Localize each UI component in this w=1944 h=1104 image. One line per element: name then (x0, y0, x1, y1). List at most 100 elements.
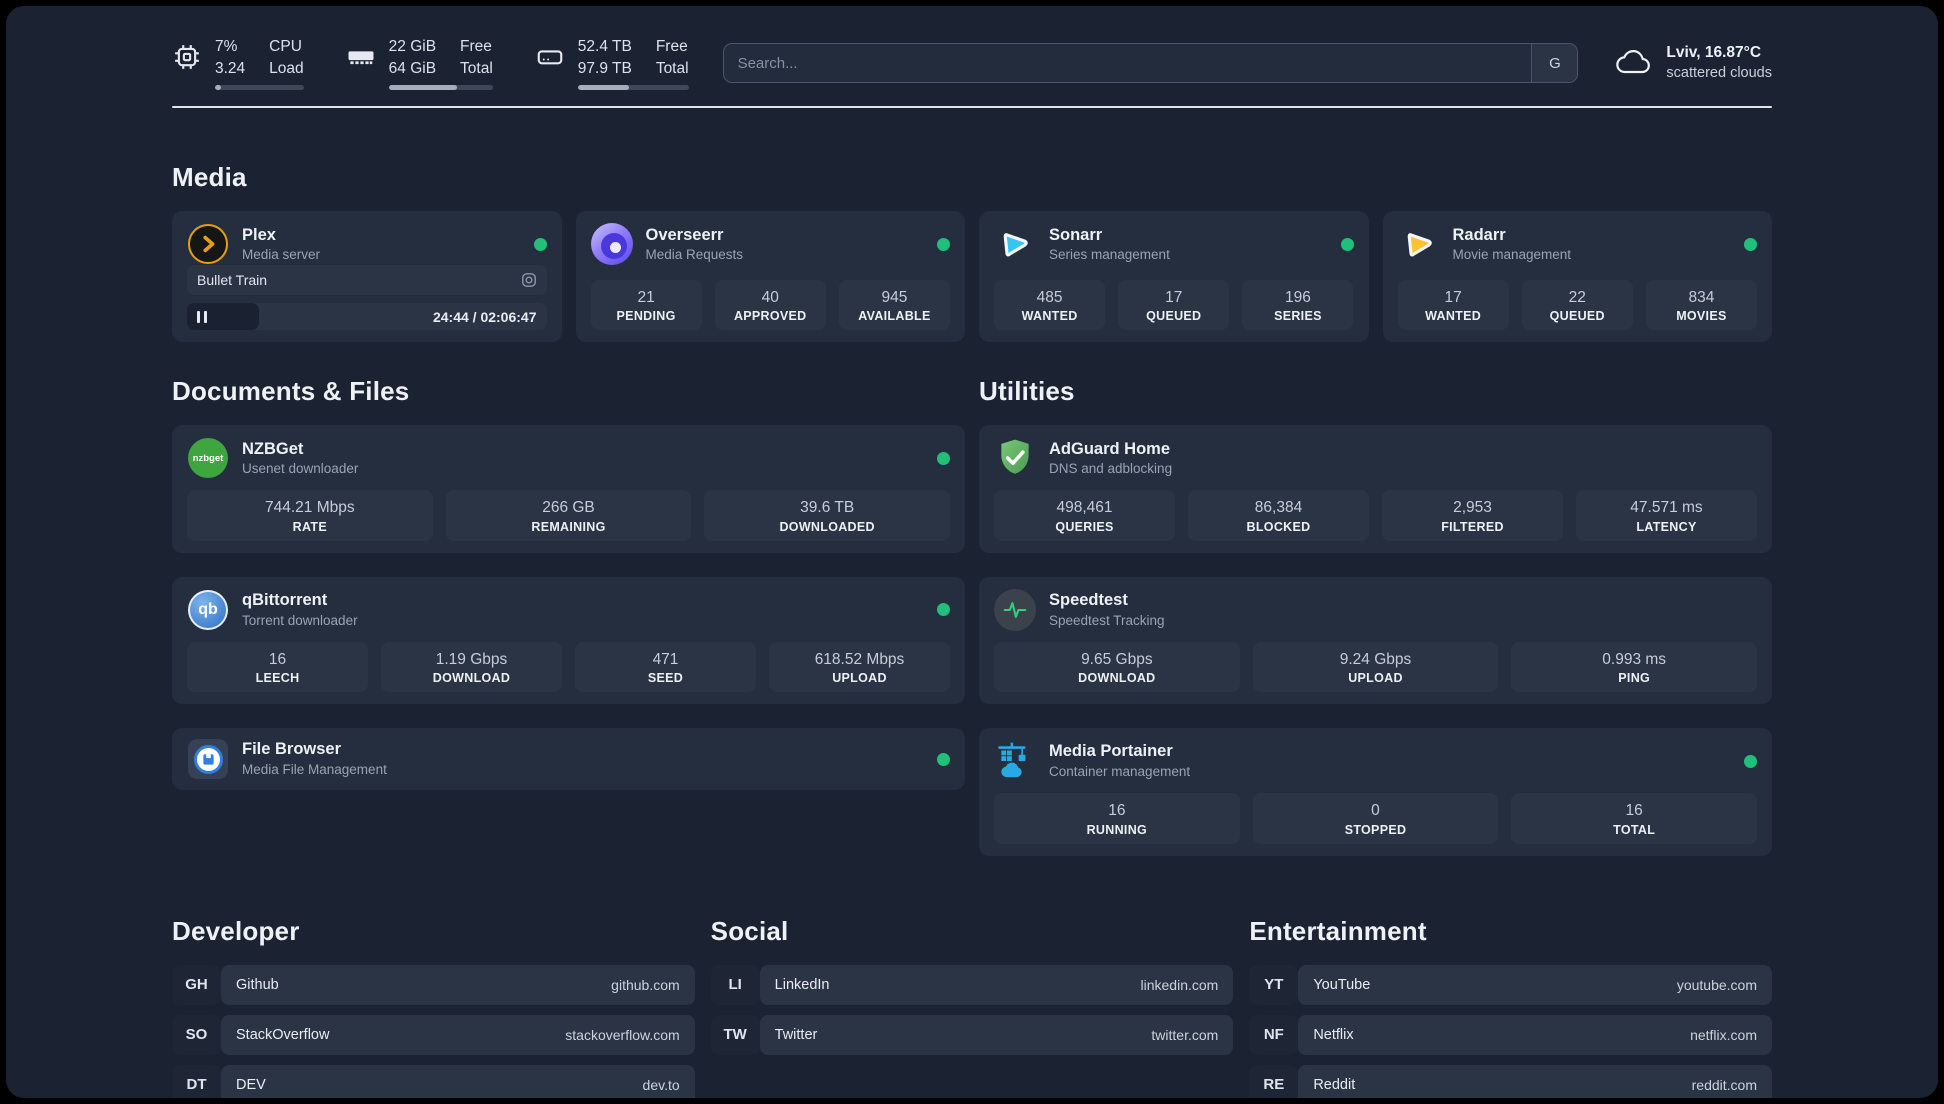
bookmark-name: YouTube (1313, 976, 1371, 993)
search-input[interactable] (722, 43, 1579, 84)
stat-tile: 47.571 ms LATENCY (1576, 490, 1757, 541)
search-provider-button[interactable]: G (1531, 44, 1578, 83)
disk-free-value: 52.4 TB (577, 38, 632, 55)
stat-tile: 0 STOPPED (1252, 793, 1499, 844)
bookmark-url: twitter.com (1151, 1026, 1219, 1043)
memory-total-label: Total (460, 59, 493, 77)
stat-tile: 39.6 TB DOWNLOADED (704, 490, 950, 541)
cpu-load-value: 3.24 (215, 59, 246, 77)
status-dot (937, 237, 950, 251)
section-title-documents: Documents & Files (172, 376, 410, 407)
service-card-radarr[interactable]: Radarr Movie management 17 WANTED 22 QUEUE… (1382, 211, 1772, 343)
bookmark-url: linkedin.com (1140, 976, 1219, 993)
stat-tile: 618.52 Mbps UPLOAD (769, 641, 950, 693)
bookmark-abbr: NF (1249, 1014, 1299, 1055)
section-documents-files: Documents & Files nzbget NZBGet Usenet d… (172, 376, 965, 855)
stat-tile: 16 TOTAL (1511, 793, 1757, 844)
speedtest-icon (994, 588, 1036, 631)
weather-widget[interactable]: Lviv, 16.87°C scattered clouds (1612, 42, 1772, 84)
service-card-overseerr[interactable]: Overseerr Media Requests 21 PENDING 40 APP… (575, 211, 965, 343)
service-card-speedtest[interactable]: Speedtest Speedtest Tracking 9.65 Gbps DO… (979, 576, 1772, 705)
service-description: Media File Management (242, 762, 387, 777)
stat-tile: 266 GB REMAINING (445, 490, 692, 541)
status-dot (1744, 754, 1757, 768)
service-card-nzbget[interactable]: nzbget NZBGet Usenet downloader 744.21 M… (172, 425, 965, 553)
bookmark-url: dev.to (642, 1076, 680, 1093)
service-description: Torrent downloader (242, 612, 358, 628)
bookmark-abbr: LI (710, 964, 760, 1005)
plex-icon (188, 224, 228, 265)
service-description: Media Requests (645, 247, 744, 263)
top-bar: 7% 3.24 CPU Load 22 GiB 64 GiB Free Tota… (172, 6, 1772, 91)
bookmark-dev[interactable]: DT DEV dev.to (172, 1064, 695, 1098)
bookmark-netflix[interactable]: NF Netflix netflix.com (1249, 1014, 1772, 1055)
service-card-portainer[interactable]: Media Portainer Container management 16 R… (979, 728, 1772, 856)
memory-progress-fill (388, 85, 458, 91)
cpu-usage-label: CPU (269, 38, 302, 55)
service-description: Media server (242, 247, 321, 263)
service-card-sonarr[interactable]: Sonarr Series management 485 WANTED 17 QUE… (979, 211, 1369, 343)
cpu-progress-track (215, 85, 304, 91)
stat-tile: 9.24 Gbps UPLOAD (1252, 641, 1499, 693)
service-name: Plex (242, 225, 276, 244)
service-card-qbittorrent[interactable]: qb qBittorrent Torrent downloader 16 LEEC… (172, 576, 965, 705)
disk-free-label: Free (655, 38, 688, 55)
portainer-icon (998, 742, 1026, 778)
memory-icon (348, 51, 374, 65)
stat-tile: 471 SEED (575, 641, 756, 693)
bookmark-group-developer: Developer GH Github github.com SO StackOv… (172, 916, 695, 1098)
bookmark-linkedin[interactable]: LI LinkedIn linkedin.com (710, 964, 1234, 1005)
now-playing-title-bar: Bullet Train (187, 265, 547, 296)
service-card-filebrowser[interactable]: File Browser Media File Management (172, 728, 965, 791)
overseerr-icon (590, 223, 633, 266)
status-dot (937, 752, 950, 766)
bookmark-stackoverflow[interactable]: SO StackOverflow stackoverflow.com (172, 1014, 695, 1055)
bookmark-twitter[interactable]: TW Twitter twitter.com (710, 1014, 1234, 1055)
service-name: Overseerr (645, 225, 724, 244)
service-card-adguard[interactable]: AdGuard Home DNS and adblocking 498,461 Q… (979, 425, 1772, 553)
service-description: DNS and adblocking (1049, 461, 1173, 477)
bookmark-github[interactable]: GH Github github.com (172, 964, 695, 1005)
bookmark-name: LinkedIn (774, 976, 830, 993)
filebrowser-icon (188, 739, 228, 780)
disk-progress-track (577, 85, 689, 91)
status-dot (937, 603, 950, 617)
cpu-load-label: Load (269, 59, 304, 77)
service-name: Radarr (1452, 225, 1506, 244)
service-name: Speedtest (1049, 591, 1128, 609)
bookmark-abbr: DT (172, 1064, 221, 1098)
bookmark-abbr: RE (1249, 1064, 1299, 1098)
memory-free-value: 22 GiB (388, 38, 437, 55)
section-utilities: Utilities AdGuard Home DNS and adblockin… (979, 376, 1772, 856)
weather-location: Lviv, 16.87°C (1666, 43, 1762, 61)
disk-icon (537, 50, 563, 65)
service-description: Usenet downloader (242, 461, 359, 477)
stat-tile: 17 QUEUED (1118, 280, 1230, 331)
cpu-usage-value: 7% (215, 38, 238, 55)
media-type-icon (521, 273, 536, 288)
stat-tile: 21 PENDING (590, 280, 702, 331)
disk-total-value: 97.9 TB (577, 59, 632, 77)
stat-tile: 86,384 BLOCKED (1188, 490, 1369, 541)
status-dot (1744, 237, 1757, 251)
bookmark-youtube[interactable]: YT YouTube youtube.com (1249, 964, 1772, 1005)
disk-progress-fill (577, 85, 629, 91)
playback-progress-bar[interactable]: 24:44 / 02:06:47 (187, 303, 547, 331)
status-dot (937, 451, 950, 465)
stat-tile: 22 QUEUED (1521, 280, 1633, 331)
pause-icon (197, 310, 200, 323)
cloud-icon (1616, 50, 1651, 74)
bookmark-url: github.com (611, 976, 680, 993)
bookmark-url: netflix.com (1690, 1026, 1757, 1043)
section-title-utilities: Utilities (979, 376, 1075, 407)
bookmark-reddit[interactable]: RE Reddit reddit.com (1249, 1064, 1772, 1098)
bookmark-name: Netflix (1313, 1026, 1354, 1043)
service-description: Speedtest Tracking (1049, 612, 1165, 628)
cpu-progress-fill (215, 85, 222, 91)
system-stats: 7% 3.24 CPU Load 22 GiB 64 GiB Free Tota… (172, 36, 689, 91)
disk-total-label: Total (655, 59, 689, 77)
section-title-media: Media (172, 162, 247, 193)
weather-condition: scattered clouds (1666, 64, 1772, 81)
playback-progress-fill (187, 303, 259, 331)
service-card-plex[interactable]: Plex Media server Bullet Train 24:44 / 0… (172, 211, 562, 343)
